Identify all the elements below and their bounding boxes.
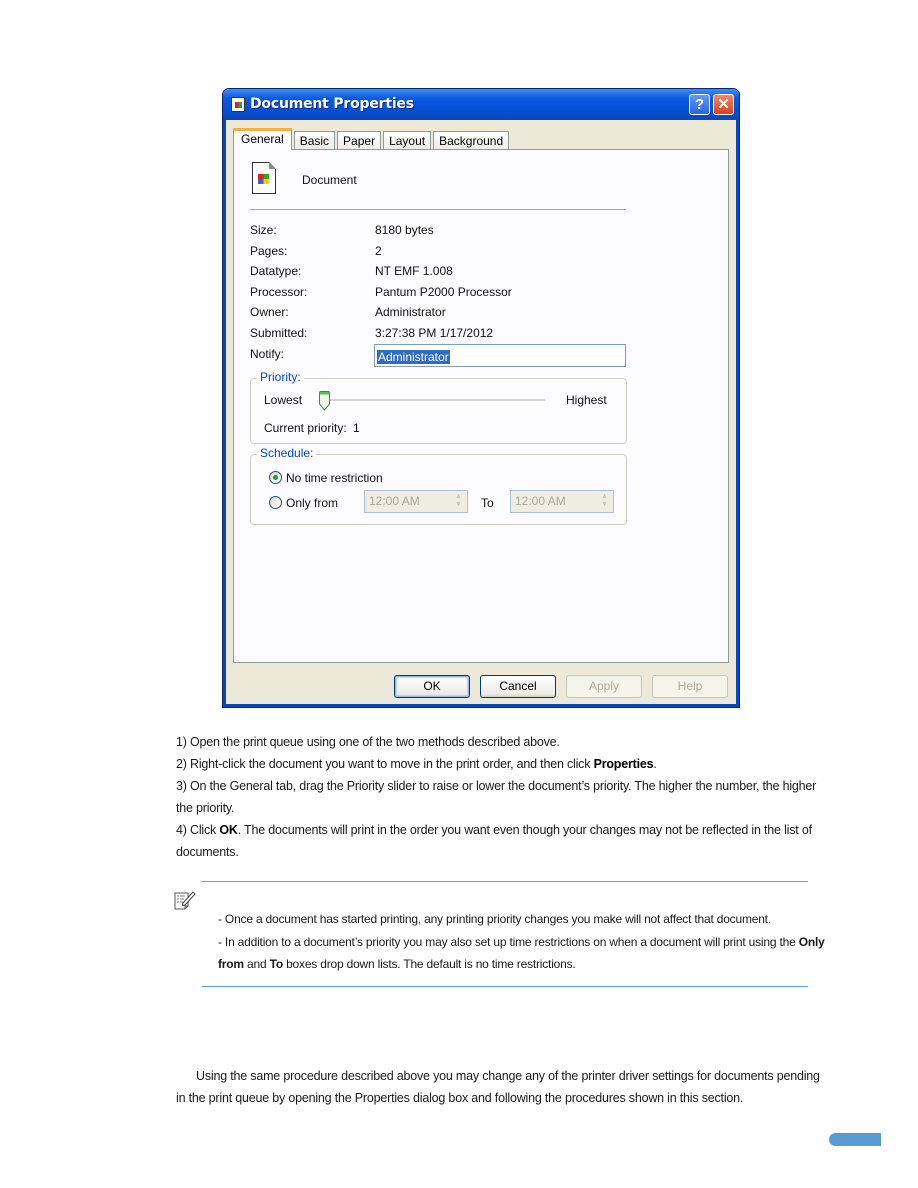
document-app-icon <box>231 97 245 112</box>
step-1: 1) Open the print queue using one of the… <box>176 735 560 749</box>
general-tab-panel: Document Size: 8180 bytes Pages: 2 Datat… <box>233 149 729 663</box>
pages-label: Pages: <box>250 244 288 258</box>
to-label: To <box>481 496 494 510</box>
step-4-bold: OK <box>219 823 238 837</box>
cancel-button[interactable]: Cancel <box>480 675 556 698</box>
help-title-button[interactable]: ? <box>689 94 710 115</box>
closing-line-2: in the print queue by opening the Proper… <box>176 1091 744 1105</box>
to-time-value: 12:00 AM <box>515 494 566 508</box>
divider <box>250 209 626 211</box>
help-button[interactable]: Help <box>652 675 728 698</box>
closing-line-1: Using the same procedure described above… <box>196 1069 820 1083</box>
datatype-value: NT EMF 1.008 <box>375 264 453 278</box>
notify-value: Administrator <box>377 350 450 364</box>
to-time-field[interactable]: 12:00 AM ▲ ▼ <box>510 490 614 513</box>
note-line-3-and: and <box>243 957 270 971</box>
size-value: 8180 bytes <box>375 223 434 237</box>
page-number-tab <box>829 1133 881 1146</box>
note-line-2-bold: Only <box>798 935 825 949</box>
tab-strip: General Basic Paper Layout Background <box>233 128 511 150</box>
current-priority-value: 1 <box>353 421 360 435</box>
tab-background[interactable]: Background <box>433 131 510 150</box>
step-2-text: 2) Right-click the document you want to … <box>176 757 594 771</box>
schedule-group: Schedule: No time restriction Only from … <box>250 446 627 525</box>
document-name: Document <box>302 173 357 187</box>
schedule-group-title: Schedule: <box>257 446 317 460</box>
processor-label: Processor: <box>250 285 308 299</box>
step-4-text: 4) Click <box>176 823 220 837</box>
priority-slider-track[interactable] <box>323 399 545 402</box>
from-time-value: 12:00 AM <box>369 494 420 508</box>
no-time-restriction-label[interactable]: No time restriction <box>286 471 383 485</box>
step-4-line-2: documents. <box>176 845 239 859</box>
pages-value: 2 <box>375 244 382 258</box>
tab-basic[interactable]: Basic <box>293 131 336 150</box>
priority-slider-thumb[interactable] <box>319 391 330 411</box>
only-from-radio[interactable] <box>269 496 282 509</box>
note-top-rule <box>202 881 808 882</box>
note-line-3-bold-from: from <box>218 957 244 971</box>
apply-button[interactable]: Apply <box>566 675 642 698</box>
close-button[interactable]: ✕ <box>713 94 734 115</box>
step-2-end: . <box>653 757 657 771</box>
step-4-rest: . The documents will print in the order … <box>237 823 812 837</box>
highest-label: Highest <box>566 393 607 407</box>
tab-layout[interactable]: Layout <box>383 131 432 150</box>
note-bottom-rule <box>202 986 808 987</box>
ok-button[interactable]: OK <box>394 675 470 698</box>
step-3-line-1: 3) On the General tab, drag the Priority… <box>176 779 817 793</box>
note-line-2: - In addition to a document’s priority y… <box>218 935 825 949</box>
tab-general[interactable]: General <box>233 128 292 150</box>
note-line-1: - Once a document has started printing, … <box>218 912 771 926</box>
dialog-border-left <box>223 120 226 707</box>
notify-label: Notify: <box>250 347 285 361</box>
step-4: 4) Click OK. The documents will print in… <box>176 819 812 841</box>
submitted-label: Submitted: <box>250 326 308 340</box>
owner-label: Owner: <box>250 305 289 319</box>
from-time-field[interactable]: 12:00 AM ▲ ▼ <box>364 490 468 513</box>
notify-input[interactable]: Administrator <box>374 344 626 367</box>
current-priority-label: Current priority: <box>264 421 347 435</box>
dialog-border-right <box>736 120 739 707</box>
tab-paper[interactable]: Paper <box>337 131 382 150</box>
priority-group: Priority: Lowest Highest Current priorit… <box>250 370 627 444</box>
to-time-spinner-icon[interactable]: ▲ ▼ <box>598 493 611 510</box>
step-2-bold: Properties <box>593 757 654 771</box>
note-line-3-text: boxes drop down lists. The default is no… <box>282 957 576 971</box>
dialog-border-bottom <box>223 704 739 707</box>
size-label: Size: <box>250 223 277 237</box>
dialog-title: Document Properties <box>250 96 414 112</box>
note-line-2-text: - In addition to a document’s priority y… <box>218 935 799 949</box>
note-line-3: from and To boxes drop down lists. The d… <box>218 957 576 971</box>
step-3-line-2: the priority. <box>176 801 235 815</box>
title-bar[interactable]: Document Properties ? ✕ <box>223 89 739 120</box>
no-time-restriction-radio[interactable] <box>269 471 282 484</box>
processor-value: Pantum P2000 Processor <box>375 285 512 299</box>
owner-value: Administrator <box>375 305 446 319</box>
lowest-label: Lowest <box>264 393 303 407</box>
note-pencil-icon <box>174 891 196 910</box>
step-2: 2) Right-click the document you want to … <box>176 753 657 775</box>
document-file-icon <box>252 162 276 194</box>
only-from-label[interactable]: Only from <box>286 496 338 510</box>
submitted-value: 3:27:38 PM 1/17/2012 <box>375 326 494 340</box>
note-line-3-bold-to: To <box>269 957 284 971</box>
datatype-label: Datatype: <box>250 264 302 278</box>
from-time-spinner-icon[interactable]: ▲ ▼ <box>452 493 465 510</box>
priority-group-title: Priority: <box>257 370 304 384</box>
document-properties-dialog: Document Properties ? ✕ General Basic Pa… <box>222 88 740 708</box>
